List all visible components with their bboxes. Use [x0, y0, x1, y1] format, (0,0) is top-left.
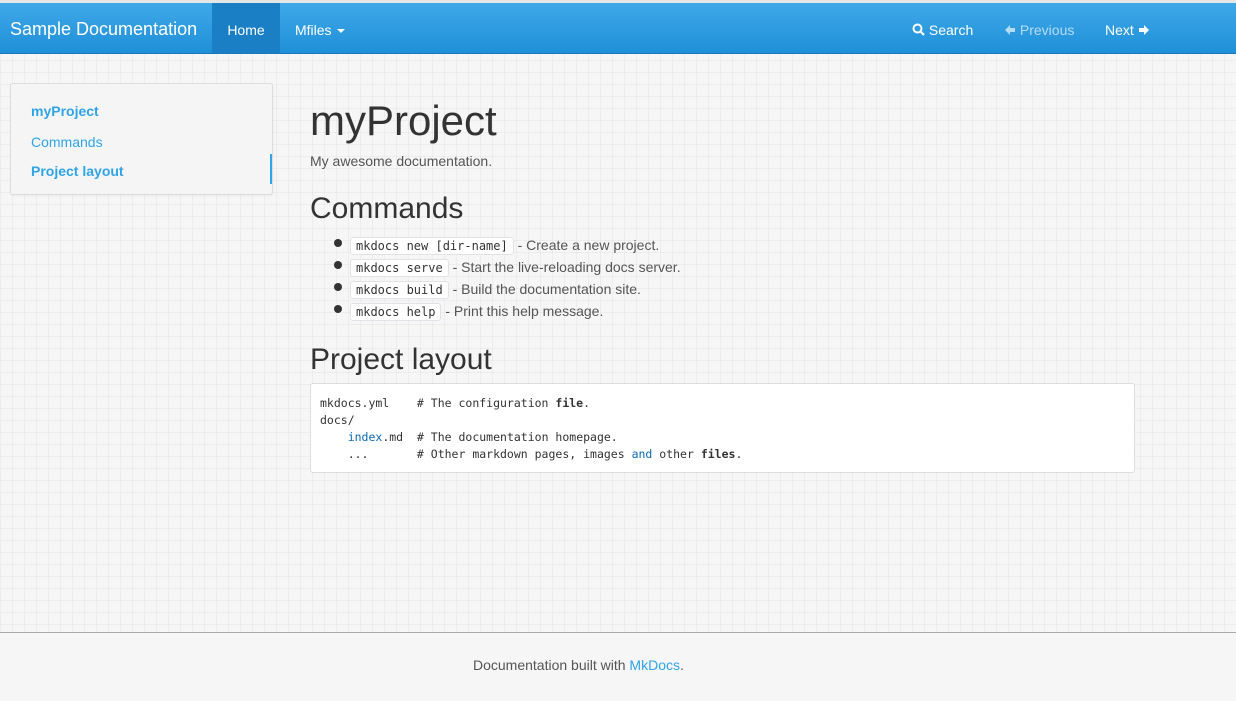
- bullet-icon: [334, 283, 342, 291]
- command-code: mkdocs build: [350, 281, 449, 299]
- commands-heading: Commands: [310, 192, 464, 225]
- nav-home[interactable]: Home: [212, 3, 280, 53]
- nav-next-label: Next: [1105, 22, 1134, 38]
- code-text: ... # Other markdown pages, images: [320, 447, 632, 461]
- navbar: Sample Documentation Home Mfiles Search …: [0, 3, 1236, 54]
- nav-search-label: Search: [928, 22, 974, 38]
- bullet-icon: [334, 261, 342, 269]
- bullet-icon: [334, 239, 342, 247]
- bullet-icon: [334, 305, 342, 313]
- page-subtitle: My awesome documentation.: [310, 153, 493, 169]
- nav-search[interactable]: Search: [912, 3, 973, 53]
- arrow-left-icon: [1004, 22, 1016, 38]
- code-text: .: [583, 396, 591, 410]
- list-item: mkdocs new [dir-name] - Create a new pro…: [334, 234, 681, 256]
- list-item: mkdocs help - Print this help message.: [334, 300, 681, 322]
- code-builtin: index: [347, 430, 383, 444]
- arrow-right-icon: [1138, 22, 1150, 38]
- command-desc: - Create a new project.: [513, 237, 660, 253]
- caret-down-icon: [336, 29, 345, 34]
- page-title: myProject: [310, 97, 497, 144]
- nav-files-dropdown[interactable]: Mfiles: [295, 3, 345, 53]
- code-keyword: files: [700, 447, 736, 461]
- code-content: mkdocs.yml # The configuration file. doc…: [311, 384, 1134, 474]
- code-builtin: and: [631, 447, 653, 461]
- code-block: mkdocs.yml # The configuration file. doc…: [310, 383, 1135, 473]
- command-code: mkdocs new [dir-name]: [350, 237, 514, 255]
- mkdocs-link[interactable]: MkDocs: [629, 657, 680, 673]
- commands-list: mkdocs new [dir-name] - Create a new pro…: [334, 234, 681, 322]
- command-code: mkdocs serve: [350, 259, 449, 277]
- code-text: .md # The documentation homepage.: [382, 430, 618, 444]
- sidebar-toc: myProject Commands Project layout: [10, 83, 273, 195]
- code-text: .: [735, 447, 743, 461]
- nav-previous-label: Previous: [1019, 22, 1075, 38]
- sidebar-active-indicator: [270, 154, 272, 184]
- nav-files-label: Mfiles: [295, 22, 332, 38]
- command-desc: - Start the live-reloading docs server.: [448, 259, 681, 275]
- footer: Documentation built with MkDocs.: [0, 633, 1236, 701]
- list-item: mkdocs serve - Start the live-reloading …: [334, 256, 681, 278]
- code-text: docs/: [320, 413, 355, 427]
- nav-next[interactable]: Next: [1105, 3, 1150, 53]
- brand-link[interactable]: Sample Documentation: [10, 3, 197, 53]
- search-icon: [912, 22, 925, 38]
- code-text: other: [652, 447, 701, 461]
- footer-suffix: .: [679, 657, 684, 673]
- command-desc: - Build the documentation site.: [448, 281, 641, 297]
- project-layout-heading: Project layout: [310, 343, 492, 376]
- sidebar-item-myproject[interactable]: myProject: [31, 103, 99, 119]
- sidebar-item-commands[interactable]: Commands: [31, 134, 103, 150]
- code-keyword: file: [555, 396, 584, 410]
- footer-text: Documentation built with MkDocs.: [473, 657, 684, 673]
- command-code: mkdocs help: [350, 303, 442, 321]
- code-text: mkdocs.yml # The configuration: [320, 396, 556, 410]
- list-item: mkdocs build - Build the documentation s…: [334, 278, 681, 300]
- footer-prefix: Documentation built with: [473, 657, 630, 673]
- nav-previous[interactable]: Previous: [1004, 3, 1074, 53]
- sidebar-item-project-layout[interactable]: Project layout: [31, 163, 124, 179]
- command-desc: - Print this help message.: [441, 303, 604, 319]
